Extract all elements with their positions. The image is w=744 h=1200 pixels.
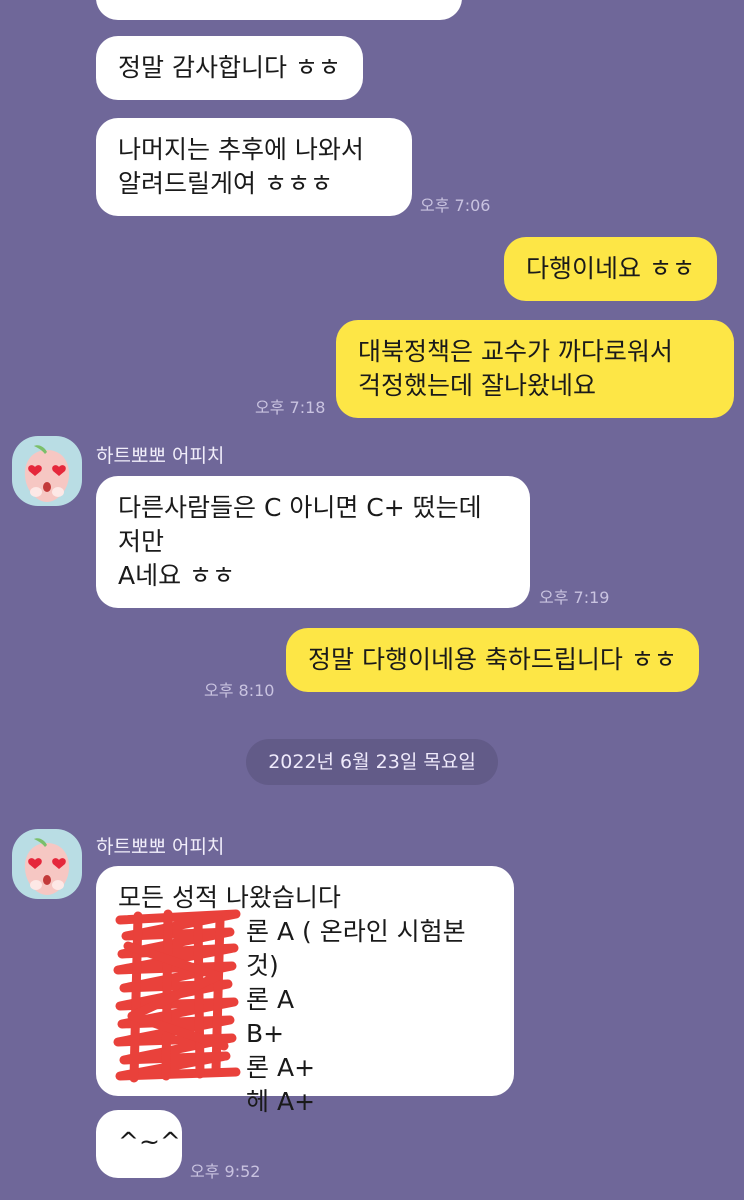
my-message-bubble: 대북정책은 교수가 까다로워서 걱정했는데 잘나왔네요 (336, 320, 734, 418)
grade-value: A+ (276, 1053, 316, 1082)
course-name-suffix: 론 (246, 985, 270, 1014)
course-name-suffix: 론 (246, 1053, 270, 1082)
message-bubble: 정말 감사합니다 ㅎㅎ (96, 36, 363, 100)
avatar[interactable] (12, 436, 82, 506)
message-time: 오후 8:10 (204, 681, 275, 700)
message-time: 오후 7:06 (420, 196, 491, 215)
grade-line: 헤 A+ (118, 1085, 492, 1119)
course-name-suffix: 론 (246, 917, 270, 946)
grade-value: A ( 온라인 시험본것) (246, 917, 466, 980)
avatar[interactable] (12, 829, 82, 899)
message-bubble: ^~^ (96, 1110, 182, 1178)
message-time: 오후 7:18 (255, 398, 326, 417)
course-name-suffix: 헤 (246, 1087, 270, 1116)
date-divider: 2022년 6월 23일 목요일 (246, 739, 498, 785)
message-time: 오후 9:52 (190, 1162, 261, 1181)
apeach-avatar-icon (24, 445, 70, 502)
apeach-avatar-icon (24, 838, 70, 895)
message-bubble: 나머지는 추후에 나와서 알려드릴게여 ㅎㅎㅎ (96, 118, 412, 216)
sender-name: 하트뽀뽀 어피치 (96, 836, 225, 858)
grade-value: B+ (246, 1019, 285, 1048)
message-bubble: 다른사람들은 C 아니면 C+ 떴는데 저만 A네요 ㅎㅎ (96, 476, 530, 608)
message-bubble-cut (96, 0, 462, 20)
sender-name: 하트뽀뽀 어피치 (96, 445, 225, 467)
grade-value: A (276, 985, 295, 1014)
my-message-bubble: 다행이네요 ㅎㅎ (504, 237, 717, 301)
my-message-bubble: 정말 다행이네용 축하드립니다 ㅎㅎ (286, 628, 699, 692)
message-time: 오후 7:19 (539, 588, 610, 607)
grade-value: A+ (276, 1087, 316, 1116)
redaction-scribble (113, 909, 241, 1083)
